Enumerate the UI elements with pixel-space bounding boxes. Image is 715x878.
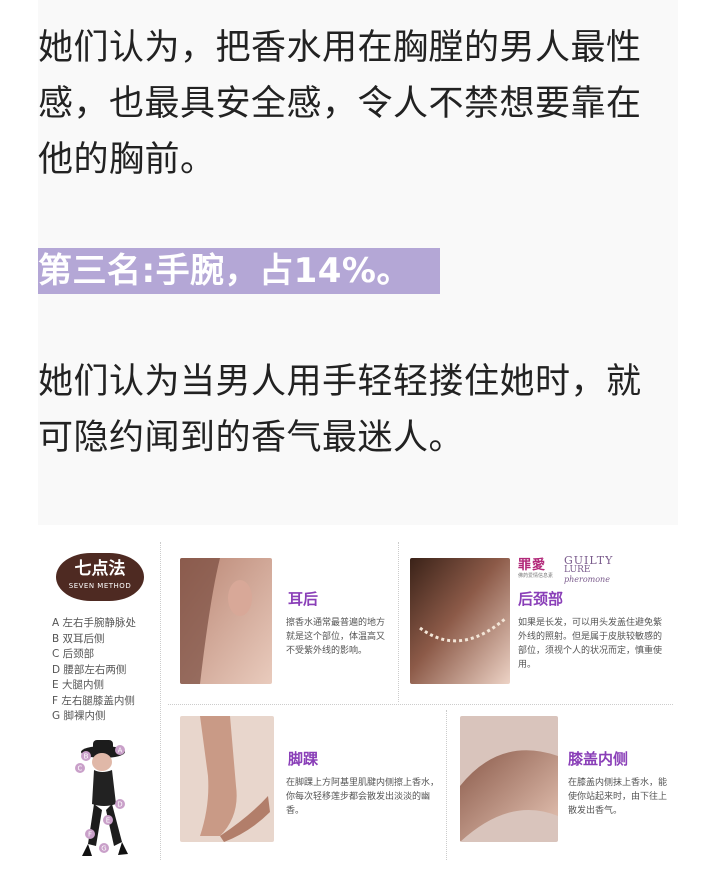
logo-cn-small: 佛药爱情信息素	[518, 573, 554, 579]
method-item: E 大腿内侧	[52, 679, 104, 691]
panel-text-ankle: 在脚踝上方阿基里肌腱内侧擦上香水，你每次轻移莲步都会散发出淡淡的幽香。	[286, 778, 440, 816]
ranking-heading: 第三名:手腕，占14%。	[38, 248, 440, 294]
seven-method-infographic: 七点法 SEVEN METHOD A 左右手腕静脉处 B 双耳后侧 C 后颈部 …	[38, 528, 678, 866]
method-item: G 脚裸内侧	[52, 710, 106, 722]
panel-text-ear: 擦香水通常最普遍的地方就是这个部位，体温高又不受紫外线的影响。	[286, 618, 386, 656]
ranking-heading-text: 第三名:手腕，占14%。	[38, 251, 411, 291]
panel-title-ear: 耳后	[288, 590, 319, 608]
seven-method-badge: 七点法 SEVEN METHOD	[56, 553, 144, 601]
nape-photo	[410, 558, 510, 684]
logo-en-2: LURE	[564, 565, 591, 575]
figure-marker-f: F	[88, 831, 92, 839]
divider	[398, 542, 399, 702]
panel-title-ankle: 脚踝	[288, 750, 319, 768]
method-item: D 腰部左右两侧	[52, 663, 127, 676]
logo-en-3: pheromone	[564, 575, 610, 584]
figure-marker-a: A	[118, 747, 123, 755]
ear-photo	[180, 558, 272, 684]
logo-cn: 罪愛	[518, 558, 547, 573]
method-item: A 左右手腕静脉处	[52, 617, 137, 629]
method-item: B 双耳后侧	[52, 632, 105, 645]
article-block: 她们认为，把香水用在胸膛的男人最性感，也最具安全感，令人不禁想要靠在他的胸前。 …	[38, 0, 678, 525]
figure-marker-d: D	[117, 801, 122, 809]
badge-subtitle: SEVEN METHOD	[68, 582, 132, 590]
knee-photo	[460, 716, 558, 842]
panel-text-knee: 在膝盖内侧抹上香水，能使你站起来时，由下往上散发出香气。	[568, 778, 668, 816]
divider	[168, 704, 673, 705]
paragraph-wrist: 她们认为当男人用手轻轻搂住她时，就可隐约闻到的香气最迷人。	[38, 362, 642, 458]
divider	[160, 542, 161, 860]
figure-marker-c: C	[78, 765, 83, 773]
figure-marker-g: G	[101, 845, 106, 853]
paragraph-chest: 她们认为，把香水用在胸膛的男人最性感，也最具安全感，令人不禁想要靠在他的胸前。	[38, 28, 642, 180]
divider	[446, 710, 447, 860]
method-list: A 左右手腕静脉处 B 双耳后侧 C 后颈部 D 腰部左右两侧 E 大腿内侧 F…	[52, 616, 136, 725]
panel-text-nape: 如果是长发，可以用头发盖住避免紫外线的照射。但是属于皮肤较敏感的部位，须视个人的…	[518, 618, 663, 670]
ankle-photo	[180, 716, 274, 842]
panel-title-knee: 膝盖内侧	[568, 750, 629, 768]
woman-figure-image: A B C D E F G	[75, 740, 128, 856]
method-item: F 左右腿膝盖内侧	[52, 694, 135, 707]
figure-marker-b: B	[84, 753, 89, 761]
figure-marker-e: E	[106, 817, 110, 825]
guilty-lure-logo: 罪愛 GUILTY LURE 佛药爱情信息素 pheromone	[518, 554, 628, 588]
panel-title-nape: 后颈部	[518, 590, 564, 608]
method-item: C 后颈部	[52, 648, 95, 660]
badge-title: 七点法	[74, 559, 126, 579]
